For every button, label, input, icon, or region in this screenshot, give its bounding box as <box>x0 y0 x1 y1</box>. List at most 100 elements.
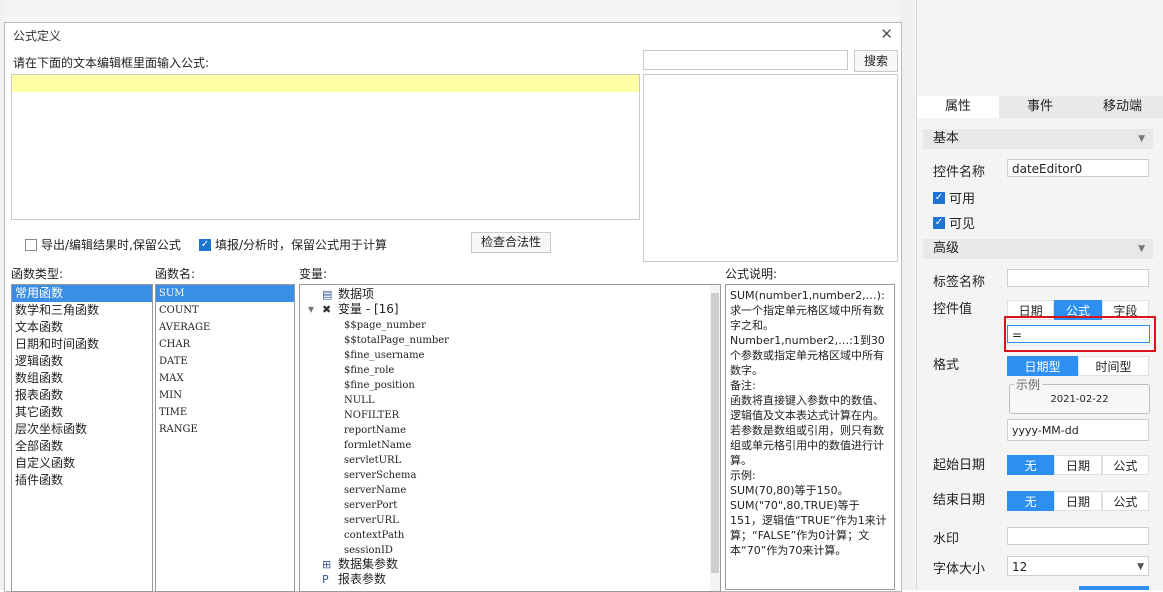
widget-name-label: 控件名称 <box>933 165 986 180</box>
function-name-item[interactable]: SUM <box>156 285 294 302</box>
tab-events[interactable]: 事件 <box>999 96 1081 118</box>
search-results-list[interactable] <box>643 74 898 262</box>
tag-name-input[interactable] <box>1007 269 1149 287</box>
close-icon[interactable]: ✕ <box>880 25 893 43</box>
variable-tree-row[interactable]: ▾ ✖ 变量 - [16] <box>300 302 720 317</box>
function-type-item[interactable]: 日期和时间函数 <box>12 336 152 353</box>
function-type-item[interactable]: 插件函数 <box>12 472 152 489</box>
chevron-down-icon[interactable]: ▾ <box>308 302 322 317</box>
function-names-label: 函数名: <box>155 267 196 281</box>
variable-tree-row[interactable]: NULL <box>300 392 720 407</box>
variable-tree-row[interactable]: $$page_number <box>300 317 720 332</box>
variable-tree-row[interactable]: $fine_role <box>300 362 720 377</box>
function-name-item[interactable]: DATE <box>156 353 294 370</box>
variable-tree-row[interactable]: servletURL <box>300 452 720 467</box>
formula-dialog: 公式定义 ✕ 请在下面的文本编辑框里面输入公式: 搜索 导出/编辑结果时,保留公… <box>4 22 902 592</box>
widget-name-input[interactable]: dateEditor0 <box>1007 159 1149 177</box>
option-keep-formula-export[interactable]: 导出/编辑结果时,保留公式 <box>25 236 181 253</box>
function-name-item[interactable]: RANGE <box>156 421 294 438</box>
end-date-formula[interactable]: 公式 <box>1101 491 1149 511</box>
variable-tree-label: servletURL <box>344 455 402 466</box>
variable-tree-row[interactable]: serverName <box>300 482 720 497</box>
variable-tree-row[interactable]: $fine_username <box>300 347 720 362</box>
report-params-icon: P <box>322 573 329 586</box>
function-name-list[interactable]: SUM COUNT AVERAGE CHAR DATE MAX MIN TIME RANGE <box>155 284 295 592</box>
function-types-label: 函数类型: <box>11 267 64 281</box>
tab-properties[interactable]: 属性 <box>917 96 999 118</box>
function-name-item[interactable]: MAX <box>156 370 294 387</box>
formula-description: SUM(number1,number2,…):求一个指定单元格区域中所有数字之和… <box>725 284 895 590</box>
variable-tree-row[interactable]: sessionID <box>300 542 720 557</box>
variable-tree-row[interactable]: NOFILTER <box>300 407 720 422</box>
start-date-none[interactable]: 无 <box>1007 455 1055 475</box>
formula-editor[interactable] <box>11 74 640 220</box>
variable-tree-row[interactable]: contextPath <box>300 527 720 542</box>
format-mode-time[interactable]: 时间型 <box>1078 356 1149 376</box>
function-type-item[interactable]: 其它函数 <box>12 404 152 421</box>
function-type-item[interactable]: 层次坐标函数 <box>12 421 152 438</box>
function-type-item[interactable]: 自定义函数 <box>12 455 152 472</box>
format-pattern-input[interactable]: yyyy-MM-dd <box>1007 419 1149 441</box>
variable-tree-content: ▤ 数据项 ▾ ✖ 变量 - [16] $$page_number $$totalPage_… <box>300 285 720 587</box>
font-size-select[interactable]: 12 ▼ <box>1007 556 1149 576</box>
variable-tree-row[interactable]: P 报表参数 <box>300 572 720 587</box>
format-mode-date[interactable]: 日期型 <box>1007 356 1078 376</box>
checkbox-checked[interactable]: ✓ <box>199 238 211 251</box>
function-type-list[interactable]: 常用函数 数学和三角函数 文本函数 日期和时间函数 逻辑函数 数组函数 报表函数 其它函数 层次… <box>11 284 153 592</box>
section-advanced[interactable]: 高级 ▼ <box>923 239 1153 259</box>
variable-tree-row[interactable]: $$totalPage_number <box>300 332 720 347</box>
description-paragraph: 备注: <box>730 379 756 392</box>
visible-option[interactable]: ✓ 可见 <box>933 213 975 232</box>
function-name-item[interactable]: AVERAGE <box>156 319 294 336</box>
variable-tree-row[interactable]: serverPort <box>300 497 720 512</box>
variable-scrollbar[interactable] <box>710 285 720 591</box>
end-date-segment[interactable]: 无 日期 公式 <box>1007 491 1149 511</box>
function-name-item[interactable]: COUNT <box>156 302 294 319</box>
chevron-down-icon: ▼ <box>1138 134 1145 144</box>
search-input[interactable] <box>643 50 848 70</box>
end-date-date[interactable]: 日期 <box>1054 491 1102 511</box>
function-name-item[interactable]: TIME <box>156 404 294 421</box>
start-date-formula[interactable]: 公式 <box>1101 455 1149 475</box>
variable-tree-row[interactable]: reportName <box>300 422 720 437</box>
function-type-item[interactable]: 数组函数 <box>12 370 152 387</box>
function-type-item[interactable]: 报表函数 <box>12 387 152 404</box>
variable-tree[interactable]: ▤ 数据项 ▾ ✖ 变量 - [16] $$page_number $$totalPage_… <box>299 284 721 592</box>
checkbox-checked[interactable]: ✓ <box>933 191 945 204</box>
annotation-highlight-box <box>1004 316 1156 352</box>
description-paragraph: 示例: <box>730 469 756 482</box>
variable-tree-row[interactable]: ⊞ 数据集参数 <box>300 557 720 572</box>
checkbox-checked[interactable]: ✓ <box>933 216 945 229</box>
function-type-item[interactable]: 文本函数 <box>12 319 152 336</box>
chevron-down-icon: ▼ <box>1138 244 1145 254</box>
variable-tree-row[interactable]: formletName <box>300 437 720 452</box>
scrollbar-thumb[interactable] <box>711 293 719 573</box>
end-date-none[interactable]: 无 <box>1007 491 1055 511</box>
function-type-item[interactable]: 全部函数 <box>12 438 152 455</box>
option-keep-formula-fill[interactable]: ✓ 填报/分析时，保留公式用于计算 <box>199 236 387 253</box>
watermark-input[interactable] <box>1007 527 1149 545</box>
function-name-item[interactable]: MIN <box>156 387 294 404</box>
check-validity-button[interactable]: 检查合法性 <box>471 232 551 253</box>
description-label: 公式说明: <box>725 267 778 281</box>
section-basic[interactable]: 基本 ▼ <box>923 129 1153 149</box>
start-date-date[interactable]: 日期 <box>1054 455 1102 475</box>
description-paragraph: SUM("70",80,TRUE)等于151，逻辑值“TRUE”作为1来计算；“… <box>730 499 887 557</box>
function-name-item[interactable]: CHAR <box>156 336 294 353</box>
background-app-toolbar <box>6 0 916 22</box>
variable-tree-row[interactable]: serverURL <box>300 512 720 527</box>
variable-tree-row[interactable]: serverSchema <box>300 467 720 482</box>
enabled-option[interactable]: ✓ 可用 <box>933 188 975 207</box>
partial-button <box>1079 586 1149 590</box>
function-type-item[interactable]: 逻辑函数 <box>12 353 152 370</box>
tab-mobile[interactable]: 移动端 <box>1081 96 1163 118</box>
function-type-item[interactable]: 数学和三角函数 <box>12 302 152 319</box>
variable-tree-row[interactable]: $fine_position <box>300 377 720 392</box>
properties-panel: 属性 事件 移动端 基本 ▼ 控件名称 dateEditor0 ✓ 可用 ✓ 可见 高… <box>916 0 1163 590</box>
function-type-item[interactable]: 常用函数 <box>12 285 152 302</box>
variable-tree-row[interactable]: ▤ 数据项 <box>300 287 720 302</box>
search-button[interactable]: 搜索 <box>854 50 898 72</box>
checkbox-unchecked[interactable] <box>25 238 37 251</box>
start-date-segment[interactable]: 无 日期 公式 <box>1007 455 1149 475</box>
format-mode-segment[interactable]: 日期型 时间型 <box>1007 356 1149 376</box>
